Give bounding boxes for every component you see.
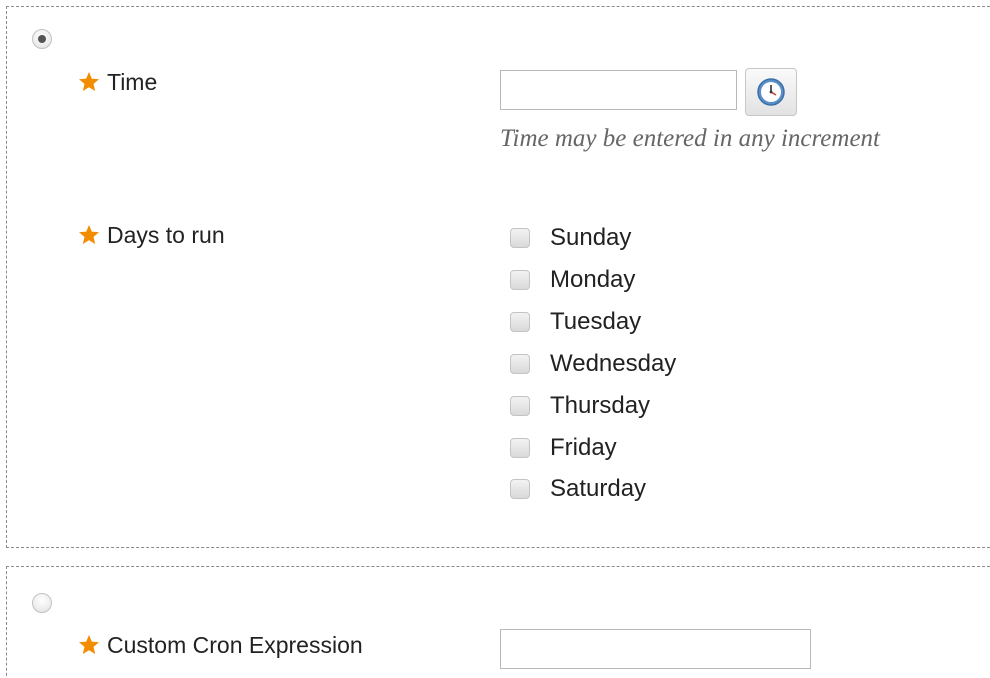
clock-icon — [757, 78, 785, 106]
required-star-icon — [79, 225, 99, 244]
radio-selected-dot — [38, 35, 46, 43]
day-option-sunday[interactable]: Sunday — [510, 223, 631, 253]
time-input[interactable] — [500, 70, 737, 110]
day-option-tuesday[interactable]: Tuesday — [510, 307, 641, 337]
monday-checkbox[interactable] — [510, 270, 530, 290]
time-label-row: Time — [77, 70, 157, 94]
time-picker-button[interactable] — [745, 68, 797, 116]
days-label: Days to run — [107, 221, 225, 248]
day-label: Thursday — [550, 392, 651, 419]
day-option-friday[interactable]: Friday — [510, 433, 617, 463]
day-label: Saturday — [550, 475, 647, 502]
thursday-checkbox[interactable] — [510, 396, 530, 416]
schedule-option-radio[interactable] — [32, 29, 52, 49]
day-option-wednesday[interactable]: Wednesday — [510, 349, 676, 379]
required-star-icon — [79, 72, 99, 91]
time-hint-text: Time may be entered in any increment — [500, 125, 880, 152]
day-option-thursday[interactable]: Thursday — [510, 391, 650, 421]
cron-label-row: Custom Cron Expression — [77, 633, 363, 657]
saturday-checkbox[interactable] — [510, 479, 530, 499]
day-label: Tuesday — [550, 308, 642, 335]
day-label: Friday — [550, 434, 617, 461]
day-label: Monday — [550, 266, 636, 293]
day-option-monday[interactable]: Monday — [510, 265, 635, 295]
cron-option-panel — [6, 566, 990, 678]
sunday-checkbox[interactable] — [510, 228, 530, 248]
cron-option-radio[interactable] — [32, 593, 52, 613]
cron-label: Custom Cron Expression — [107, 631, 363, 658]
day-label: Wednesday — [550, 350, 677, 377]
day-option-saturday[interactable]: Saturday — [510, 474, 646, 504]
required-star-icon — [79, 635, 99, 654]
tuesday-checkbox[interactable] — [510, 312, 530, 332]
friday-checkbox[interactable] — [510, 438, 530, 458]
time-label: Time — [107, 68, 158, 95]
day-label: Sunday — [550, 224, 632, 251]
cron-expression-input[interactable] — [500, 629, 811, 669]
wednesday-checkbox[interactable] — [510, 354, 530, 374]
days-label-row: Days to run — [77, 223, 225, 247]
